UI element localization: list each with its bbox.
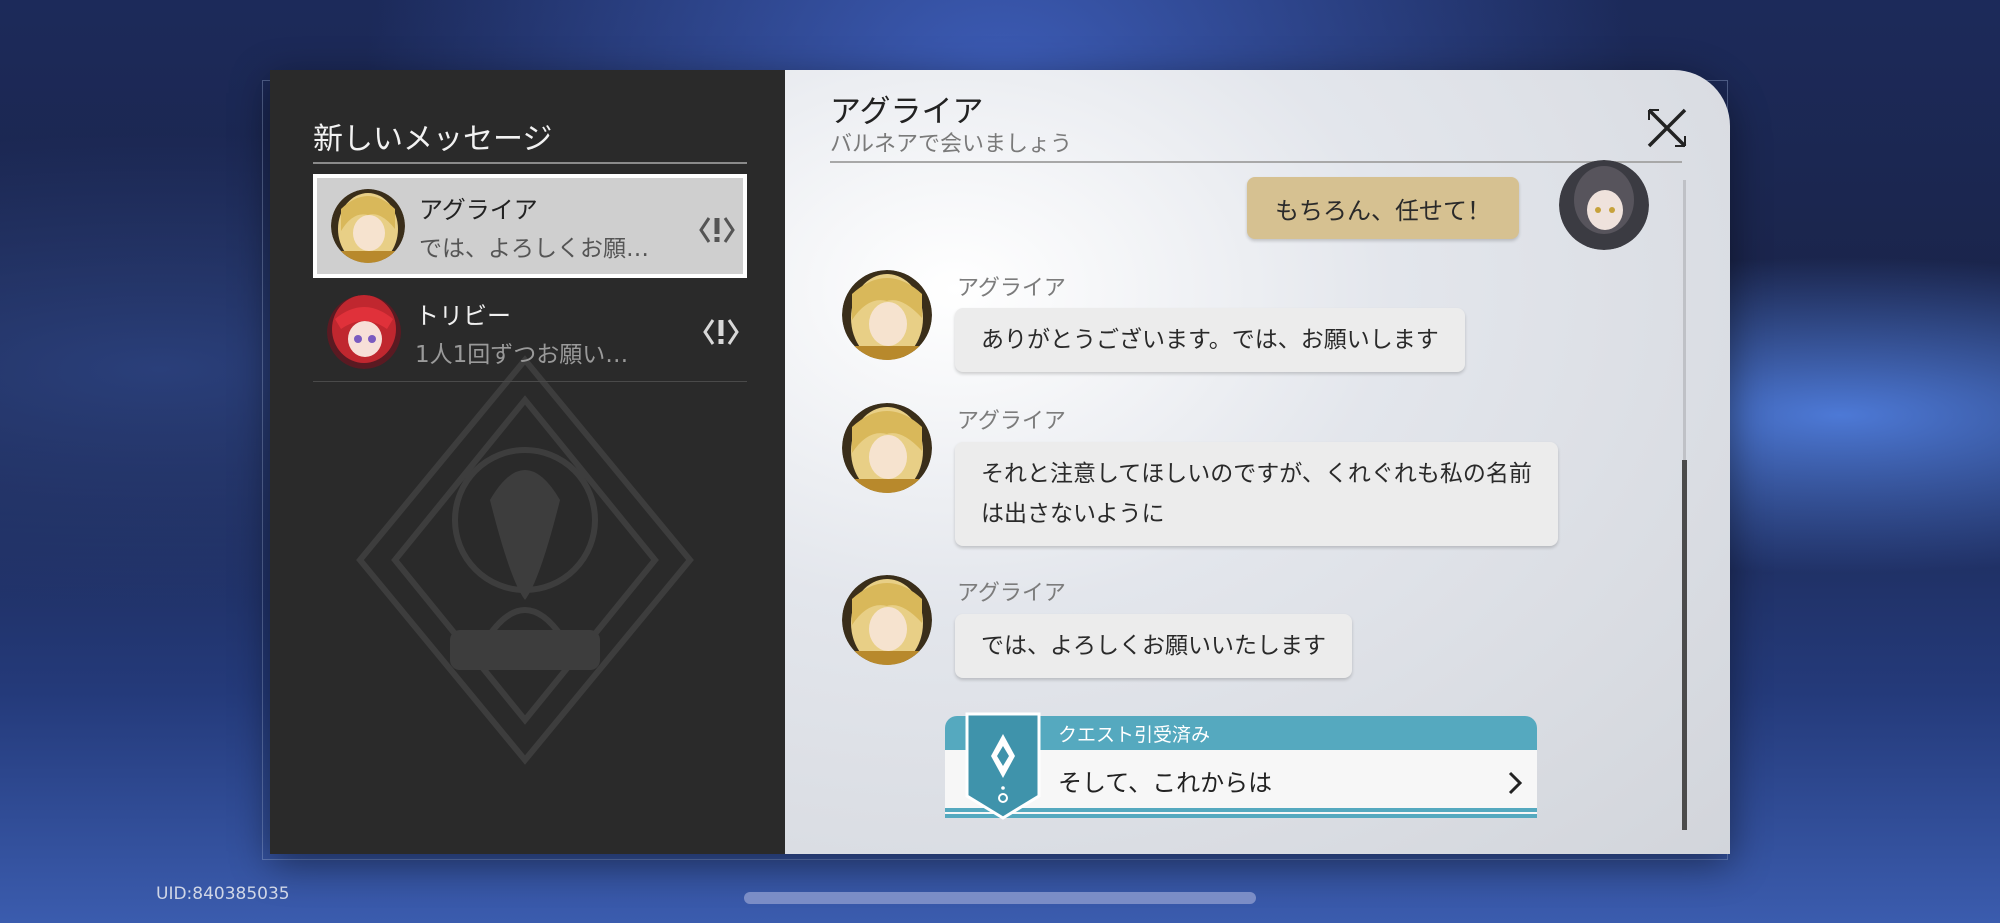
contact-name: トリビー	[415, 301, 511, 330]
message-dialog: 新しいメッセージ アグライア では、よろしくお願… トリビー 1人1回ずつお願い…	[270, 70, 1730, 854]
message-sender-name: アグライア	[957, 581, 1066, 606]
contact-preview: では、よろしくお願…	[419, 235, 649, 262]
close-icon[interactable]	[1645, 106, 1689, 150]
tribbie-avatar	[327, 295, 401, 369]
message-sender-name: アグライア	[957, 276, 1066, 301]
quest-badge-icon	[965, 712, 1041, 820]
chat-header-divider	[830, 161, 1682, 163]
aglaea-avatar	[331, 189, 405, 263]
message-line: それと注意してほしいのですが、くれぐれも私の名前	[981, 461, 1532, 487]
player-uid: UID:840385035	[156, 884, 290, 904]
npc-message-bubble: では、よろしくお願いいたします	[955, 614, 1352, 678]
chat-scrollbar-thumb[interactable]	[1682, 460, 1687, 830]
contact-item-aglaea[interactable]: アグライア では、よろしくお願…	[313, 174, 747, 278]
contact-item-tribbie[interactable]: トリビー 1人1回ずつお願い…	[313, 280, 747, 384]
new-messages-title: 新しいメッセージ	[313, 122, 553, 157]
contact-list-divider	[313, 381, 747, 382]
unread-alert-icon	[699, 217, 735, 243]
player-message-bubble: もちろん、任せて！	[1247, 177, 1519, 239]
quest-card[interactable]: クエスト引受済み そして、これからは	[945, 712, 1537, 820]
contact-name: アグライア	[419, 195, 538, 224]
quest-status-label: クエスト引受済み	[1058, 724, 1211, 746]
message-sender-name: アグライア	[957, 409, 1066, 434]
chat-thread-panel: アグライア バルネアで会いましょう もちろん、任せて！ アグライア ありがとうご…	[785, 70, 1730, 854]
quest-title: そして、これからは	[1058, 769, 1273, 797]
aglaea-avatar	[842, 403, 932, 493]
aglaea-avatar	[842, 270, 932, 360]
chat-contact-subtitle: バルネアで会いましょう	[830, 132, 1073, 157]
message-line: は出さないように	[981, 501, 1165, 527]
conversation-list-panel: 新しいメッセージ アグライア では、よろしくお願… トリビー 1人1回ずつお願い…	[270, 70, 785, 854]
title-divider	[313, 162, 747, 164]
aglaea-avatar	[842, 575, 932, 665]
npc-message-bubble: ありがとうございます。では、お願いします	[955, 308, 1465, 372]
player-avatar	[1559, 160, 1649, 250]
home-indicator-bar[interactable]	[744, 892, 1256, 904]
unread-alert-icon	[703, 319, 739, 345]
contact-preview: 1人1回ずつお願い…	[415, 341, 629, 368]
chat-contact-name: アグライア	[830, 94, 984, 130]
npc-message-bubble: それと注意してほしいのですが、くれぐれも私の名前 は出さないように	[955, 442, 1558, 546]
chevron-right-icon	[1508, 771, 1523, 795]
faction-emblem-watermark	[356, 355, 694, 765]
